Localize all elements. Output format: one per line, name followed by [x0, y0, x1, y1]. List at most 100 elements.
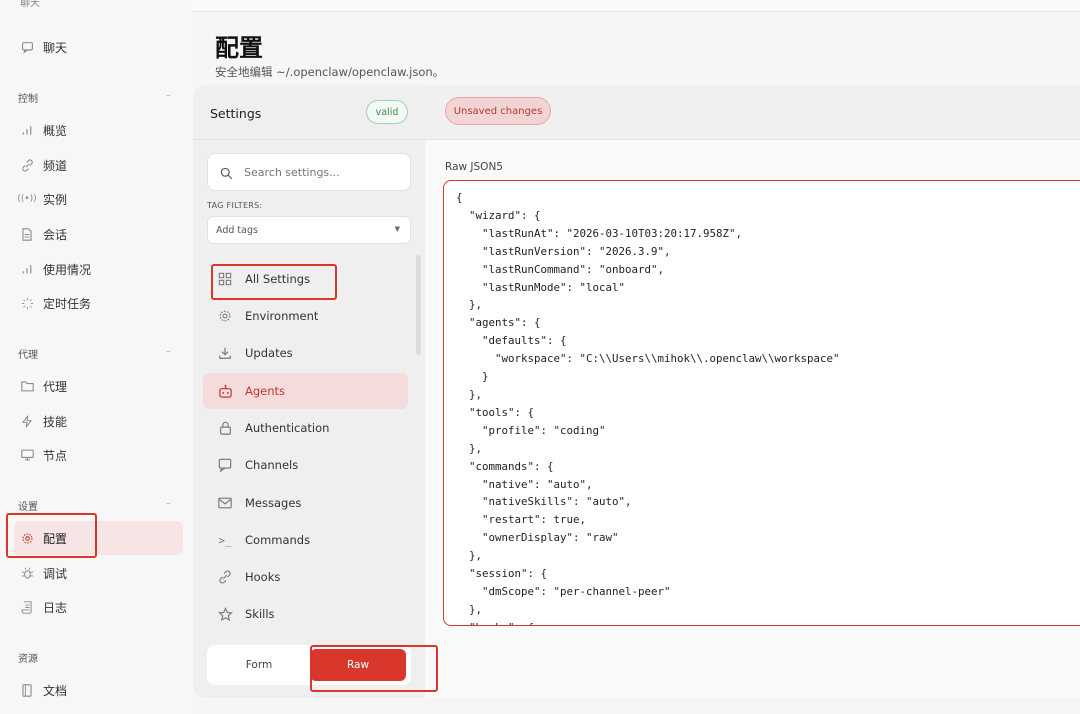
loader-icon — [19, 295, 35, 311]
category-label: Authentication — [245, 421, 330, 435]
nav-item-label: 日志 — [43, 600, 68, 615]
document-icon — [19, 226, 35, 242]
nav-item-agent[interactable]: 代理 — [14, 369, 183, 403]
category-label: Environment — [245, 309, 319, 323]
nav-group-resources[interactable]: 资源 — [18, 650, 38, 665]
nav-item-label: 调试 — [43, 566, 68, 581]
nav-item-label: 概览 — [43, 123, 68, 138]
collapse-icon[interactable]: – — [166, 346, 171, 357]
collapse-icon[interactable]: – — [166, 498, 171, 509]
nav-item-chat[interactable]: 聊天 — [14, 30, 183, 64]
settings-panel: Settings valid TAG FILTERS: Add tags ▼ A… — [193, 85, 425, 698]
category-label: All Settings — [245, 272, 311, 286]
mail-icon — [217, 495, 233, 511]
nav-item-config[interactable]: 配置 — [14, 521, 183, 555]
nav-item-label: 节点 — [43, 448, 68, 463]
nav-item-label: 实例 — [43, 192, 68, 207]
search-icon — [220, 165, 234, 180]
folder-icon — [19, 378, 35, 394]
status-badge: valid — [366, 100, 408, 124]
chat-bubble-icon — [19, 39, 35, 55]
page-subtitle: 安全地编辑 ~/.openclaw/openclaw.json。 — [215, 65, 445, 79]
nav-group-agents[interactable]: 代理 – — [18, 346, 178, 361]
category-label: Skills — [245, 607, 275, 621]
raw-mode-button[interactable]: Raw — [310, 649, 406, 681]
nav-item-cron[interactable]: 定时任务 — [14, 286, 183, 320]
nav-item-usage[interactable]: 使用情况 — [14, 252, 183, 286]
search-input[interactable] — [244, 165, 404, 179]
monitor-icon — [19, 447, 35, 463]
bar-chart-icon — [19, 122, 35, 138]
link-icon — [217, 569, 233, 585]
nav-item-instances[interactable]: ((•)) 实例 — [14, 182, 183, 216]
nav-item-channels[interactable]: 频道 — [14, 148, 183, 182]
nav-item-label: 会话 — [43, 227, 68, 242]
download-icon — [217, 345, 233, 361]
category-messages[interactable]: Messages — [203, 485, 408, 521]
chat-bubble-icon — [217, 457, 233, 473]
nav-item-skills[interactable]: 技能 — [14, 404, 183, 438]
terminal-icon: >_ — [218, 533, 232, 547]
nav-group-settings[interactable]: 设置 – — [18, 498, 178, 513]
nav-item-sessions[interactable]: 会话 — [14, 217, 183, 251]
nav-item-overview[interactable]: 概览 — [14, 113, 183, 147]
raw-json-content[interactable]: { "wizard": { "lastRunAt": "2026-03-10T0… — [456, 189, 1080, 625]
collapse-icon[interactable]: – — [166, 90, 171, 101]
nav-item-logs[interactable]: 日志 — [14, 590, 183, 624]
nav-item-label: 聊天 — [43, 40, 68, 55]
form-mode-button[interactable]: Form — [211, 649, 307, 681]
settings-title: Settings — [210, 106, 262, 121]
bug-icon — [19, 565, 35, 581]
settings-header: Settings valid — [193, 85, 425, 140]
category-label: Channels — [245, 458, 299, 472]
category-label: Messages — [245, 496, 302, 510]
search-box[interactable] — [207, 153, 411, 191]
raw-json-editor[interactable]: { "wizard": { "lastRunAt": "2026-03-10T0… — [443, 180, 1080, 626]
page-title: 配置 — [215, 34, 263, 62]
nav-group-control[interactable]: 控制 – — [18, 90, 178, 105]
category-label: Agents — [245, 384, 286, 398]
bar-chart-icon — [19, 261, 35, 277]
category-label: Commands — [245, 533, 311, 547]
nav-group-label: 控制 — [18, 94, 38, 105]
nav-item-label: 频道 — [43, 158, 68, 173]
category-label: Updates — [245, 346, 293, 360]
nav-item-label: 技能 — [43, 414, 68, 429]
unsaved-changes-badge[interactable]: Unsaved changes — [445, 97, 551, 125]
grid-icon — [217, 271, 233, 287]
category-commands[interactable]: >_ Commands — [203, 522, 408, 558]
category-authentication[interactable]: Authentication — [203, 410, 408, 446]
nav-top-cut-label: 聊天 — [20, 0, 40, 9]
top-strip — [193, 0, 1080, 12]
lock-icon — [217, 420, 233, 436]
editor-toolbar: Unsaved changes — [425, 85, 1080, 140]
sidebar: 聊天 聊天 控制 – 概览 频道 ((•)) 实例 会话 使用情况 定时任务 代… — [0, 0, 193, 714]
category-hooks[interactable]: Hooks — [203, 559, 408, 595]
book-icon — [19, 682, 35, 698]
nav-group-label: 设置 — [18, 502, 38, 513]
category-channels[interactable]: Channels — [203, 447, 408, 483]
nav-group-label: 资源 — [18, 654, 38, 665]
category-updates[interactable]: Updates — [203, 335, 408, 371]
tag-select-value: Add tags — [216, 224, 258, 236]
mode-toggle: Form Raw — [207, 645, 411, 685]
robot-icon — [217, 383, 233, 399]
category-environment[interactable]: Environment — [203, 298, 408, 334]
nav-item-debug[interactable]: 调试 — [14, 556, 183, 590]
category-all-settings[interactable]: All Settings — [203, 261, 408, 297]
nav-item-docs[interactable]: 文档 — [14, 673, 183, 707]
category-agents[interactable]: Agents — [203, 373, 408, 409]
nav-item-nodes[interactable]: 节点 — [14, 438, 183, 472]
link-icon — [19, 157, 35, 173]
editor-panel: Unsaved changes Raw JSON5 { "wizard": { … — [425, 85, 1080, 698]
nav-item-label: 代理 — [43, 379, 68, 394]
category-skills[interactable]: Skills — [203, 596, 408, 632]
radio-icon: ((•)) — [17, 194, 37, 204]
scrollbar[interactable] — [416, 255, 421, 355]
scroll-icon — [19, 599, 35, 615]
settings-category-list: All Settings Environment Updates Agents … — [193, 253, 425, 633]
gear-icon — [19, 530, 35, 546]
tag-select[interactable]: Add tags ▼ — [207, 216, 411, 244]
gear-icon — [217, 308, 233, 324]
nav-item-label: 文档 — [43, 683, 68, 698]
